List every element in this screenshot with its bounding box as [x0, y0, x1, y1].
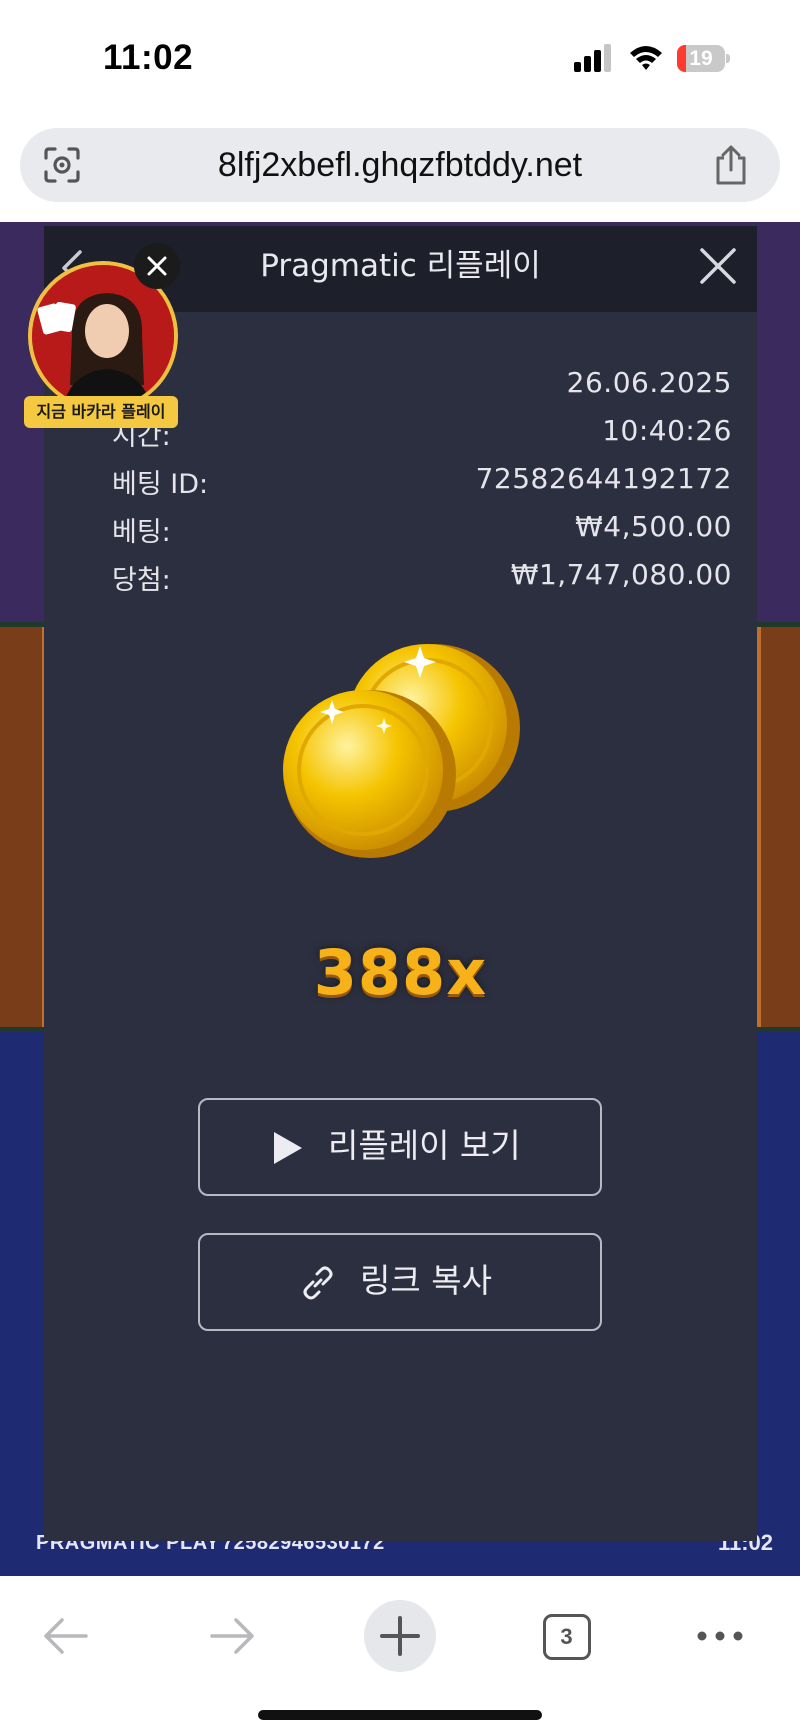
- nav-forward-icon[interactable]: [208, 1614, 258, 1658]
- info-row-bet-id: 베팅 ID: 72582644192172: [112, 462, 732, 504]
- browser-toolbar: 3: [0, 1576, 800, 1735]
- copy-link-label: 링크 복사: [360, 1261, 492, 1300]
- info-label-bet-id: 베팅 ID:: [112, 469, 209, 500]
- info-value-bet-id: 72582644192172: [475, 462, 732, 495]
- info-row-date: 26.06.2025: [112, 366, 732, 408]
- info-value-date: 26.06.2025: [566, 366, 732, 399]
- status-time: 11:02: [103, 38, 194, 77]
- wifi-icon: [630, 46, 662, 70]
- reel-frame-left: [0, 627, 46, 1027]
- info-value-bet: ₩4,500.00: [575, 510, 732, 543]
- link-icon: [303, 1266, 333, 1300]
- status-bar: 11:02 19: [0, 0, 800, 120]
- info-label-bet: 베팅:: [112, 517, 171, 548]
- info-row-time: 시간: 10:40:26: [112, 414, 732, 456]
- info-row-bet: 베팅: ₩4,500.00: [112, 510, 732, 552]
- plus-icon: [380, 1616, 420, 1656]
- battery-indicator: 19: [677, 45, 730, 72]
- address-bar-area: 8lfj2xbefl.ghqzfbtddy.net: [0, 120, 800, 222]
- close-icon: [147, 256, 167, 276]
- live-baccarat-promo[interactable]: 지금 바카라 플레이: [22, 243, 180, 433]
- info-value-win: ₩1,747,080.00: [510, 558, 732, 591]
- new-tab-button[interactable]: [364, 1600, 436, 1672]
- close-icon[interactable]: [698, 246, 738, 286]
- coins-icon: [283, 644, 520, 858]
- more-icon[interactable]: [696, 1626, 744, 1646]
- play-icon: [274, 1132, 302, 1164]
- reel-frame-right: [757, 627, 800, 1027]
- info-row-win: 당첨: ₩1,747,080.00: [112, 558, 732, 600]
- watch-replay-button[interactable]: 리플레이 보기: [198, 1098, 602, 1196]
- nav-back-icon[interactable]: [40, 1614, 90, 1658]
- signal-icon: [574, 44, 611, 72]
- url-text[interactable]: 8lfj2xbefl.ghqzfbtddy.net: [20, 128, 780, 202]
- share-icon[interactable]: [713, 144, 749, 186]
- promo-label[interactable]: 지금 바카라 플레이: [24, 396, 178, 428]
- promo-close-button[interactable]: [134, 243, 180, 289]
- tabs-button[interactable]: 3: [543, 1614, 591, 1660]
- info-value-time: 10:40:26: [602, 414, 732, 447]
- tabs-count: 3: [560, 1624, 573, 1649]
- info-label-win: 당첨:: [112, 565, 171, 596]
- watch-replay-label: 리플레이 보기: [328, 1126, 521, 1165]
- address-bar[interactable]: 8lfj2xbefl.ghqzfbtddy.net: [20, 128, 780, 202]
- home-indicator: [258, 1710, 542, 1720]
- win-multiplier: 388x: [313, 936, 488, 1009]
- copy-link-button[interactable]: 링크 복사: [198, 1233, 602, 1331]
- battery-level: 19: [689, 47, 713, 70]
